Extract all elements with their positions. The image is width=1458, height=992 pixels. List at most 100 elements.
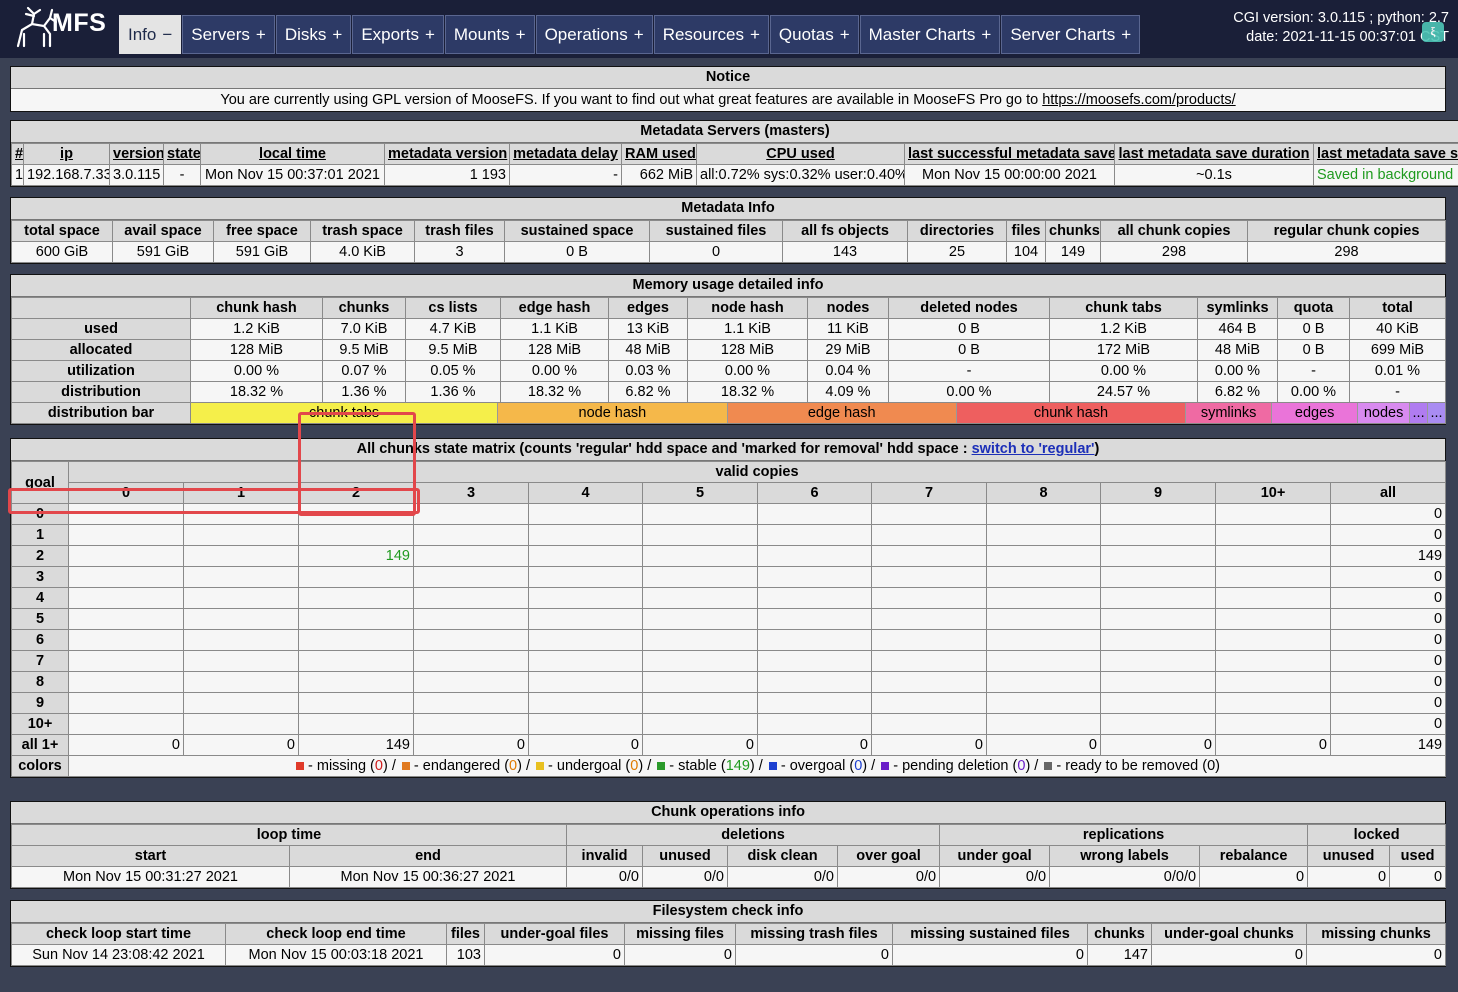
matrix-cell <box>871 545 987 567</box>
bar-segment-more-7: ... <box>1409 403 1428 423</box>
legend-count: 0 <box>1207 758 1216 774</box>
col-header-edges: edges <box>608 297 688 319</box>
memory-cell: - <box>1349 381 1446 403</box>
tab-exports[interactable]: Exports + <box>352 15 444 54</box>
notice-title: Notice <box>11 67 1445 89</box>
metadata-info-section: Metadata Info total space avail space free… <box>10 197 1446 264</box>
matrix-cell[interactable]: 0 <box>1329 566 1447 588</box>
matrix-cell <box>757 545 872 567</box>
matrix-cell[interactable]: 0 <box>1329 692 1447 714</box>
matrix-cell <box>528 503 643 525</box>
cell-free-space: 591 GiB <box>213 241 311 263</box>
goal-label: 8 <box>11 671 69 693</box>
matrix-cell[interactable]: 0 <box>1329 629 1447 651</box>
copies-header-9: 9 <box>1100 482 1216 504</box>
extension-icon[interactable]: ξ <box>1422 22 1444 42</box>
col-header-blank <box>11 297 191 319</box>
col-header-metadata-delay[interactable]: metadata delay <box>509 143 622 165</box>
brand-name[interactable]: MFS <box>52 9 106 38</box>
matrix-cell <box>986 650 1101 672</box>
matrix-cell <box>986 545 1101 567</box>
cell-ip: 192.168.7.33 <box>23 164 110 186</box>
col-header-missing-chunks: missing chunks <box>1306 923 1446 945</box>
notice-section: Notice You are currently using GPL versi… <box>10 66 1446 112</box>
matrix-cell[interactable]: 0 <box>1329 650 1447 672</box>
matrix-cell <box>413 566 529 588</box>
matrix-cell <box>528 566 643 588</box>
matrix-cell <box>1215 629 1331 651</box>
memory-cell: 0.07 % <box>322 360 406 382</box>
matrix-cell[interactable]: 0 <box>1329 587 1447 609</box>
matrix-cell <box>1215 608 1331 630</box>
tab-server-charts[interactable]: Server Charts + <box>1001 15 1141 54</box>
matrix-cell[interactable]: 0 <box>1329 524 1447 546</box>
fs-check-title: Filesystem check info <box>11 901 1445 923</box>
goal-label: 1 <box>11 524 69 546</box>
col-header-total-space: total space <box>11 220 113 242</box>
memory-cell: 0 B <box>1277 318 1350 340</box>
col-header-local-time[interactable]: local time <box>200 143 385 165</box>
col-header-state[interactable]: state <box>163 143 201 165</box>
cell-metadata-delay: - <box>509 164 622 186</box>
current-date: date: 2021-11-15 00:37:01 CST <box>1246 29 1449 45</box>
tab-quotas[interactable]: Quotas + <box>769 15 859 54</box>
tab-disks[interactable]: Disks + <box>275 15 352 54</box>
switch-to-regular-link[interactable]: switch to 'regular' <box>972 441 1095 457</box>
col-header-all-fs-objects: all fs objects <box>782 220 908 242</box>
matrix-cell[interactable]: 0 <box>1329 608 1447 630</box>
deletions-group: deletions <box>566 824 941 846</box>
matrix-cell <box>183 650 299 672</box>
matrix-cell <box>68 566 184 588</box>
tab-master-charts[interactable]: Master Charts + <box>859 15 1001 54</box>
tab-servers[interactable]: Servers + <box>182 15 275 54</box>
col-header-trash-space: trash space <box>310 220 415 242</box>
matrix-cell[interactable]: 0 <box>1329 713 1447 735</box>
memory-row-distribution: distribution 18.32 % 1.36 % 1.36 % 18.32 % 6.… <box>11 381 1446 403</box>
total-cell: 0 <box>757 734 872 756</box>
tab-mounts[interactable]: Mounts + <box>444 15 535 54</box>
matrix-cell <box>1215 545 1331 567</box>
total-cell: 0 <box>183 734 299 756</box>
matrix-cell <box>1100 566 1216 588</box>
memory-cell: 4.7 KiB <box>405 318 501 340</box>
goal-label: 10+ <box>11 713 69 735</box>
matrix-cell[interactable]: 0 <box>1329 503 1447 525</box>
tab-label: Master Charts <box>868 24 976 44</box>
matrix-cell <box>1100 671 1216 693</box>
col-header-last-successful-metadata-save[interactable]: last successful metadata save <box>904 143 1115 165</box>
col-header-last-metadata-save-duration[interactable]: last metadata save duration <box>1114 143 1314 165</box>
col-header-blank[interactable]: # <box>11 143 24 165</box>
matrix-cell <box>1100 524 1216 546</box>
col-header-node-hash: node hash <box>687 297 808 319</box>
matrix-cell[interactable]: 149 <box>1329 545 1447 567</box>
matrix-cell <box>871 524 987 546</box>
col-header-chunk-hash: chunk hash <box>190 297 323 319</box>
col-header-check-loop-end-time: check loop end time <box>225 923 447 945</box>
col-header-ram-used[interactable]: RAM used <box>621 143 697 165</box>
memory-cell: 6.82 % <box>608 381 688 403</box>
matrix-cell <box>413 671 529 693</box>
matrix-cell <box>413 650 529 672</box>
memory-cell: 11 KiB <box>807 318 889 340</box>
legend-label: undergoal <box>556 758 622 774</box>
moosefs-products-link[interactable]: https://moosefs.com/products/ <box>1042 92 1235 108</box>
col-header-last-metadata-save-status[interactable]: last metadata save status <box>1313 143 1458 165</box>
col-header-cpu-used[interactable]: CPU used <box>696 143 905 165</box>
memory-cell: 0.00 % <box>1197 360 1278 382</box>
total-cell: 0 <box>642 734 758 756</box>
cell-metadata-version: 1 193 <box>384 164 510 186</box>
tab-operations[interactable]: Operations + <box>535 15 653 54</box>
matrix-cell[interactable]: 0 <box>1329 671 1447 693</box>
matrix-cell <box>871 608 987 630</box>
matrix-cell <box>413 713 529 735</box>
col-header-chunk-tabs: chunk tabs <box>1049 297 1198 319</box>
total-cell: 0 <box>413 734 529 756</box>
tab-info[interactable]: Info − <box>119 15 182 54</box>
legend-swatch-icon <box>881 762 890 770</box>
col-header-ip[interactable]: ip <box>23 143 110 165</box>
tab-label: Info <box>128 24 157 44</box>
col-header-version[interactable]: version <box>109 143 164 165</box>
matrix-cell[interactable]: 149 <box>298 545 414 567</box>
col-header-metadata-version[interactable]: metadata version <box>384 143 510 165</box>
tab-resources[interactable]: Resources + <box>653 15 769 54</box>
